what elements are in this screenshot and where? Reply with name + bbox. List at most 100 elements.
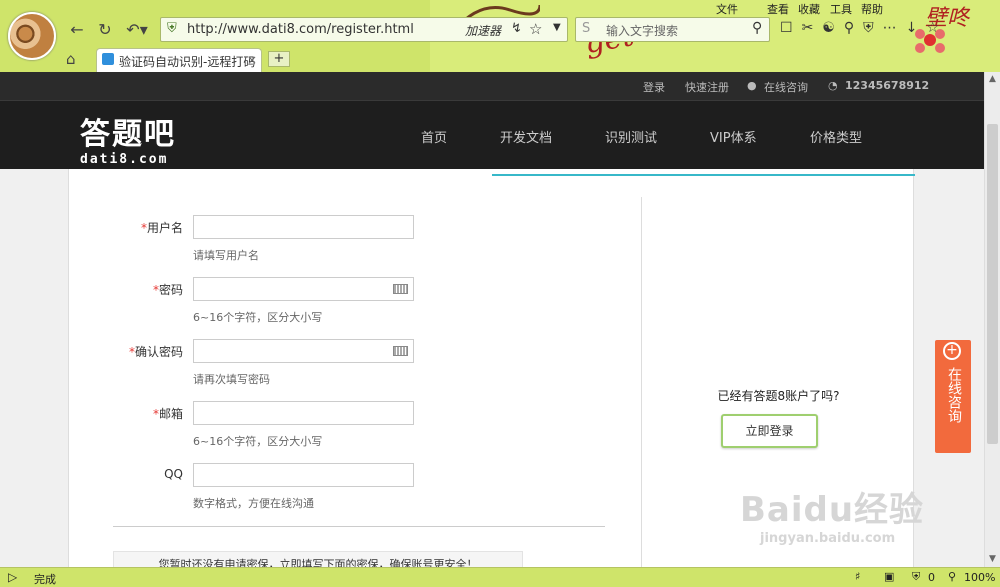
extension-toolbar: ☐ ✂ ☯ ⚲ ⛨ ⋯ ↓ ☆ — [780, 20, 939, 36]
qq-input[interactable] — [193, 463, 414, 487]
topbar-online-link[interactable]: 在线咨询 — [764, 79, 808, 95]
magnifier-icon[interactable]: ⚲ — [844, 20, 854, 36]
home-icon[interactable]: ⌂ — [66, 50, 76, 68]
password-label-text: 密码 — [158, 283, 183, 297]
scissors-icon[interactable]: ✂ — [802, 20, 814, 36]
shield-status-icon[interactable]: ⛨ — [912, 570, 920, 584]
password-label: *密码 — [103, 281, 183, 298]
user-avatar[interactable] — [8, 12, 56, 60]
divider-vertical — [641, 197, 642, 567]
menu-view[interactable]: 查看 — [767, 1, 789, 17]
plus-icon: + — [943, 342, 961, 360]
search-icon[interactable]: ⚲ — [752, 20, 762, 36]
search-input[interactable]: 输入文字搜索 — [606, 22, 678, 39]
confirm-password-label-text: 确认密码 — [134, 345, 183, 359]
menu-favorites[interactable]: 收藏 — [798, 1, 820, 17]
zoom-level[interactable]: 100% — [964, 571, 995, 584]
chat-icon: ● — [747, 79, 757, 92]
site-topbar: 登录 快速注册 ● 在线咨询 ◔ 12345678912 — [0, 72, 984, 100]
chevron-down-icon[interactable]: ▼ — [553, 22, 561, 33]
baidu-watermark: Baidu经验 jingyan.baidu.com — [740, 482, 990, 546]
lightning-icon[interactable]: ↯ — [511, 21, 522, 36]
star-icon[interactable]: ☆ — [529, 20, 542, 38]
sogou-icon: S — [582, 21, 591, 36]
status-text: 完成 — [34, 573, 56, 586]
login-now-button[interactable]: 立即登录 — [721, 414, 818, 448]
password-hint: 6~16个字符，区分大小写 — [193, 311, 323, 324]
divider-horizontal — [113, 526, 605, 527]
email-input[interactable] — [193, 401, 414, 425]
username-input[interactable] — [193, 215, 414, 239]
accent-line — [492, 174, 915, 176]
download-icon[interactable]: ↓ — [906, 20, 918, 36]
menu-file[interactable]: 文件 — [716, 1, 738, 17]
username-label-text: 用户名 — [146, 221, 183, 235]
site-favicon-icon — [102, 53, 114, 65]
zoom-icon[interactable]: ⚲ — [948, 570, 956, 583]
search-box[interactable]: S 输入文字搜索 ⚲ — [575, 17, 770, 42]
keyboard-icon[interactable] — [393, 346, 408, 356]
confirm-password-label: *确认密码 — [103, 343, 183, 360]
scroll-up-icon[interactable]: ▲ — [989, 74, 996, 84]
more-icon[interactable]: ⋯ — [883, 20, 897, 36]
consult-label: 在线咨询 — [946, 367, 962, 423]
play-icon[interactable]: ▷ — [8, 570, 17, 584]
qq-hint: 数字格式，方便在线沟通 — [193, 497, 314, 510]
screenshot-icon[interactable]: ▣ — [884, 570, 894, 583]
logo-text-cn: 答题吧 — [80, 117, 176, 152]
online-consult-widget[interactable]: + 在线咨询 — [935, 340, 971, 453]
email-label-text: 邮箱 — [158, 407, 183, 421]
email-label: *邮箱 — [103, 405, 183, 422]
refresh-button[interactable]: ↻ — [94, 18, 116, 40]
menu-help[interactable]: 帮助 — [861, 1, 883, 17]
username-label: *用户名 — [103, 219, 183, 236]
topbar-phone: 12345678912 — [845, 79, 930, 92]
phone-icon: ◔ — [828, 79, 838, 92]
shield-check-icon[interactable]: ⛨ — [863, 20, 874, 36]
topbar-login-link[interactable]: 登录 — [643, 79, 665, 95]
security-notice: 您暂时还没有申请密保，立即填写下面的密保，确保账号更安全！ — [113, 551, 523, 567]
logo-text-en: dati8.com — [80, 152, 169, 167]
address-url[interactable]: http://www.dati8.com/register.html — [187, 22, 414, 37]
close-icon[interactable]: × — [247, 53, 257, 67]
skin-flower-icon — [915, 29, 945, 53]
confirm-password-input[interactable] — [193, 339, 414, 363]
nav-recognition-test[interactable]: 识别测试 — [605, 127, 657, 146]
accelerator-label[interactable]: 加速器 — [465, 22, 501, 39]
sound-icon[interactable]: ♯ — [855, 570, 860, 583]
tab-title: 验证码自动识别-远程打码 — [119, 55, 256, 69]
browser-toolbar: get 壁咚 ← ↻ ↶▾ ⛨ http://www.dati8.com/reg… — [0, 0, 1000, 72]
block-count: 0 — [928, 571, 935, 584]
scroll-down-icon[interactable]: ▼ — [989, 554, 996, 564]
refresh-icon: ↻ — [98, 19, 112, 39]
nav-home[interactable]: 首页 — [421, 127, 447, 146]
site-header: 答题吧 dati8.com 首页 开发文档 识别测试 VIP体系 价格类型 — [0, 100, 984, 169]
back-button[interactable]: ← — [66, 18, 88, 40]
nav-vip[interactable]: VIP体系 — [710, 127, 757, 146]
undo-icon: ↶▾ — [126, 19, 148, 39]
keyboard-icon[interactable] — [393, 284, 408, 294]
back-arrow-icon: ← — [70, 19, 84, 39]
site-logo[interactable]: 答题吧 dati8.com — [80, 109, 176, 167]
shield-icon: ⛨ — [167, 21, 177, 36]
watermark-text: Baidu经验 — [740, 490, 925, 530]
username-hint: 请填写用户名 — [193, 249, 259, 262]
nav-pricing[interactable]: 价格类型 — [810, 127, 862, 146]
watermark-url: jingyan.baidu.com — [760, 531, 896, 546]
topbar-register-link[interactable]: 快速注册 — [685, 79, 729, 95]
translate-icon[interactable]: ☯ — [822, 20, 835, 36]
confirm-password-hint: 请再次填写密码 — [193, 373, 270, 386]
new-tab-button[interactable]: + — [268, 51, 290, 67]
scrollbar-thumb[interactable] — [987, 124, 998, 444]
status-bar: ▷ 完成 ♯ ▣ ⛨ 0 ⚲ 100% — [0, 567, 1000, 587]
tab-active[interactable]: 验证码自动识别-远程打码 × — [96, 48, 262, 72]
address-bar[interactable]: ⛨ http://www.dati8.com/register.html 加速器… — [160, 17, 568, 42]
menu-tools[interactable]: 工具 — [830, 1, 852, 17]
favorite-star-icon[interactable]: ☆ — [926, 20, 939, 36]
undo-close-button[interactable]: ↶▾ — [122, 18, 152, 40]
phone-icon[interactable]: ☐ — [780, 20, 793, 36]
have-account-text: 已经有答题8账户了吗? — [717, 389, 840, 403]
nav-docs[interactable]: 开发文档 — [500, 127, 552, 146]
password-input[interactable] — [193, 277, 414, 301]
qq-label: QQ — [164, 467, 183, 481]
